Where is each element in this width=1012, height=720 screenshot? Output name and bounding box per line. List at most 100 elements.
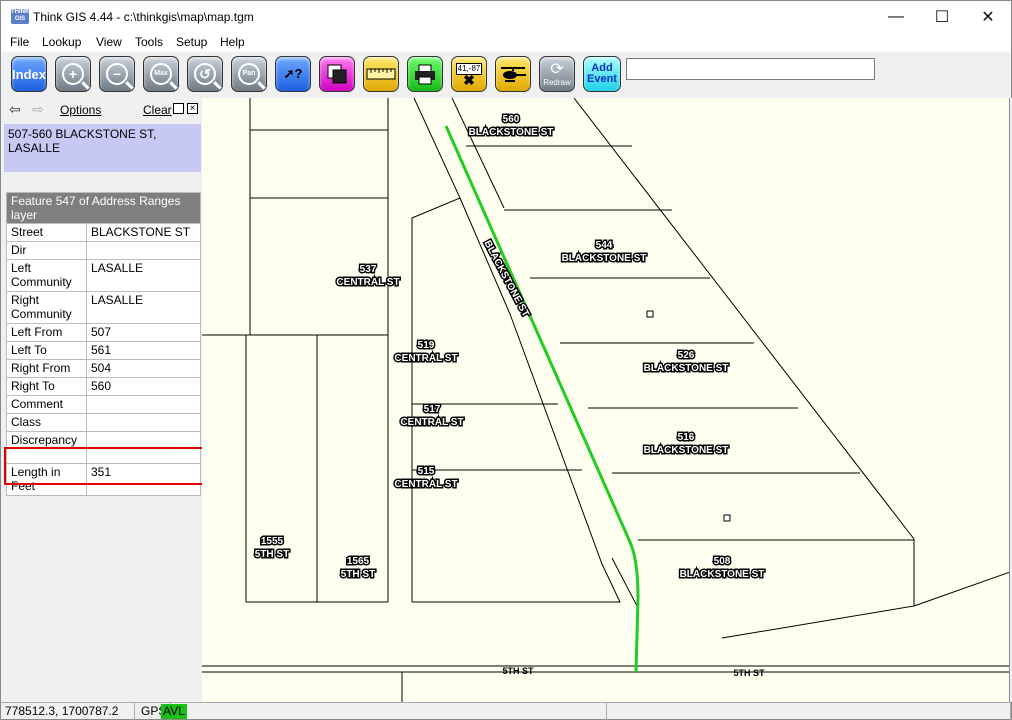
parcel-label: 526 BLACKSTONE ST [642,349,730,376]
attr-value: LASALLE [86,291,201,324]
parcel-street: CENTRAL ST [336,277,399,288]
table-row: Left Community LASALLE [6,259,201,292]
restore-panel-icon[interactable] [173,103,184,114]
coordinate-icon: 41,-87 ✖ [455,63,483,87]
identify-question-label: ? [294,66,303,81]
attr-value [86,413,201,432]
parcel-lines [202,98,1009,702]
menu-bar: File Lookup View Tools Setup Help [0,32,1012,52]
selected-address: 507-560 BLACKSTONE ST, LASALLE [4,124,201,172]
identify-button[interactable]: ➚? [275,56,311,92]
map-canvas[interactable]: BLACKSTONE ST 560 BLACKSTONE ST 544 BLACKST… [202,98,1010,702]
attr-value: 507 [86,323,201,342]
pan-button[interactable]: Pan [231,56,267,92]
clear-link[interactable]: Clear [143,103,172,117]
options-link[interactable]: Options [60,103,101,117]
layers-button[interactable] [319,56,355,92]
attr-key: Right Community [6,291,87,324]
attr-key: Dir [6,241,87,260]
close-button[interactable]: ✕ [965,1,1011,33]
menu-tools[interactable]: Tools [135,35,163,49]
parcel-street: CENTRAL ST [394,353,457,364]
zoom-previous-button[interactable]: ↺ [187,56,223,92]
parcel-number: 515 [418,466,435,477]
parcel-street: BLACKSTONE ST [562,253,647,264]
parcel-number: 560 [503,114,520,125]
parcel-number: 517 [424,404,441,415]
identify-icon: ➚? [283,66,303,81]
redraw-button[interactable]: ⟳ Redraw [539,56,575,92]
zoom-max-button[interactable]: Max [143,56,179,92]
attr-key: Comment [6,395,87,414]
index-button[interactable]: Index [11,56,47,92]
zoom-in-icon: + [62,63,84,85]
point-marker[interactable] [646,310,654,318]
add-event-button[interactable]: Add Event [583,56,621,92]
parcel-street: BLACKSTONE ST [644,363,729,374]
parcel-label: 1555 5TH ST [253,535,290,562]
table-row: Left From 507 [6,323,201,342]
zoom-out-button[interactable]: − [99,56,135,92]
close-panel-icon[interactable]: × [187,103,198,114]
print-button[interactable] [407,56,443,92]
parcel-number: 537 [360,264,377,275]
parcel-number: 508 [714,556,731,567]
map-svg[interactable]: BLACKSTONE ST 560 BLACKSTONE ST 544 BLACKST… [202,98,1010,702]
forward-arrow-icon[interactable]: ⇨ [32,101,44,118]
app-logo-icon: THINK GIS [11,9,30,24]
parcel-label: 519 CENTRAL ST [393,339,459,366]
title-bar: THINK GIS Think GIS 4.44 - c:\thinkgis\m… [0,0,1012,32]
attr-value: 560 [86,377,201,396]
maximize-button[interactable]: ☐ [919,1,965,33]
parcel-number: 516 [678,432,695,443]
parcel-street: 5TH ST [255,549,289,560]
menu-setup[interactable]: Setup [176,35,207,49]
street-label-5th-right: 5TH ST [733,668,765,678]
measure-button[interactable] [363,56,399,92]
attr-value: BLACKSTONE ST [86,223,201,242]
street-label-5th-left: 5TH ST [502,666,534,676]
zoom-in-button[interactable]: + [55,56,91,92]
menu-view[interactable]: View [96,35,122,49]
attr-key: Length in Feet [6,463,87,496]
menu-file[interactable]: File [10,35,29,49]
parcel-street: CENTRAL ST [400,417,463,428]
attr-value [86,431,201,464]
print-icon [415,64,435,85]
parcel-number: 1565 [347,556,370,567]
attr-key: Left To [6,341,87,360]
table-row: Dir [6,241,201,260]
parcel-street: BLACKSTONE ST [644,445,729,456]
parcel-label: 517 CENTRAL ST [399,403,465,430]
measure-ruler-icon [366,68,396,80]
table-row: Class [6,413,201,432]
point-marker[interactable] [723,514,731,522]
highlighted-street-segment[interactable] [444,125,640,673]
parcel-label: 544 BLACKSTONE ST [560,239,648,266]
attr-key: Right To [6,377,87,396]
status-bar: 778512.3, 1700787.2 GPS AVL [0,702,1012,720]
parcel-label: 508 BLACKSTONE ST [678,555,766,582]
attr-value: 561 [86,341,201,360]
menu-help[interactable]: Help [220,35,245,49]
zoom-max-icon: Max [150,63,172,85]
back-arrow-icon[interactable]: ⇦ [9,101,21,118]
table-row: Length in Feet 351 [6,463,201,496]
search-input[interactable] [626,58,875,80]
attr-key: Discrepancy [6,431,87,464]
attr-key: Left From [6,323,87,342]
parcel-street: 5TH ST [341,569,375,580]
helicopter-button[interactable] [495,56,531,92]
coordinate-button[interactable]: 41,-87 ✖ [451,56,487,92]
status-cell [199,703,607,720]
minimize-button[interactable]: — [873,1,919,33]
attr-value: 504 [86,359,201,378]
street-name-text: BLACKSTONE ST [481,239,531,319]
parcel-street: BLACKSTONE ST [469,127,554,138]
layers-icon [327,64,347,84]
parcel-number: 1555 [261,536,284,547]
redraw-icon: ⟳ [550,60,564,78]
parcel-labels: 560 BLACKSTONE ST 544 BLACKSTONE ST 537 CENTR… [253,113,766,582]
parcel-number: 526 [678,350,695,361]
menu-lookup[interactable]: Lookup [42,35,81,49]
